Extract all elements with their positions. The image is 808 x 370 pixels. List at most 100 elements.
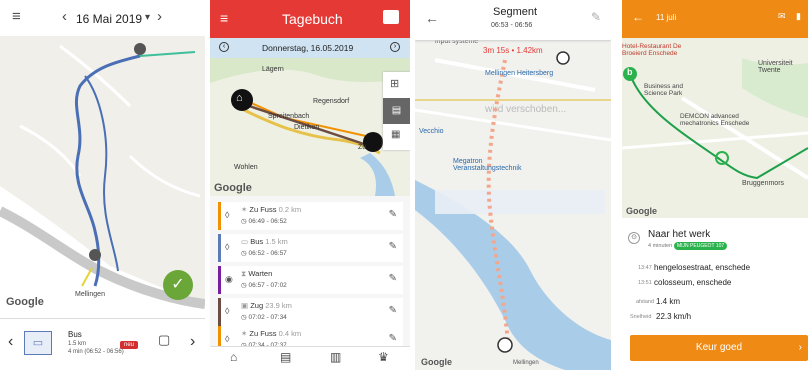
prev-day-button[interactable]: ‹ bbox=[219, 42, 229, 52]
mail-icon[interactable]: ✉ bbox=[778, 11, 786, 22]
segment-duration: 4 min (06:52 - 06:56) bbox=[68, 349, 124, 355]
segment-map[interactable]: input systeme Mellingen Heitersberg wird… bbox=[415, 0, 611, 370]
date-label: Donnerstag, 16.05.2019 bbox=[262, 43, 354, 53]
clock-icon: ◷ bbox=[241, 314, 247, 321]
map-label-megatron: Megatron Veranstaltungstechnik bbox=[453, 158, 522, 172]
stop1-name: hengelosestraat, enschede bbox=[654, 263, 751, 272]
entry-time: 07:02 - 07:34 bbox=[248, 314, 287, 321]
trip-map[interactable]: b Hotel-Restaurant De Broeierd Enschede … bbox=[622, 38, 808, 218]
distance-value: 1.4 km bbox=[656, 297, 681, 306]
trip-detail-screen: b Hotel-Restaurant De Broeierd Enschede … bbox=[622, 0, 808, 370]
prev-day-button[interactable]: ‹ bbox=[62, 8, 67, 25]
prev-segment-button[interactable]: ‹ bbox=[8, 333, 13, 351]
bus-icon: ▭ bbox=[241, 237, 249, 246]
clock-icon: ◷ bbox=[241, 218, 247, 225]
list-icon[interactable]: ▤ bbox=[280, 350, 291, 364]
menu-icon[interactable]: ≡ bbox=[12, 8, 21, 25]
location-pin-icon: ◉ bbox=[225, 274, 233, 284]
edit-icon[interactable]: ✎ bbox=[591, 10, 601, 24]
edit-icon[interactable]: ✎ bbox=[389, 209, 397, 220]
google-logo: Google bbox=[421, 357, 452, 367]
segment-summary[interactable]: ‹ ▭ Bus 1.5 km 4 min (06:52 - 06:56) neu… bbox=[0, 318, 205, 370]
delete-icon[interactable]: ▮ bbox=[796, 11, 801, 22]
toggle-square-icon[interactable] bbox=[383, 10, 399, 24]
trip-date: 11 juli bbox=[656, 13, 677, 22]
stop2-name: colosseum, enschede bbox=[654, 278, 732, 287]
confirm-button[interactable]: ✓ bbox=[163, 270, 193, 300]
diary-map[interactable]: ⌂ Lägern Regensdorf Spreitenbach Dietiko… bbox=[210, 58, 410, 196]
segment-title: Segment bbox=[493, 6, 538, 18]
entry-distance: 1.5 km bbox=[265, 237, 288, 246]
entry-mode: Zu Fuss bbox=[249, 329, 277, 338]
location-pin-icon: ◊ bbox=[225, 306, 230, 316]
menu-icon[interactable]: ≡ bbox=[220, 10, 228, 26]
location-pin-icon: ◊ bbox=[225, 242, 230, 252]
back-arrow-icon[interactable]: ← bbox=[632, 10, 644, 24]
map-label-hotel: Hotel-Restaurant De Broeierd Enschede bbox=[622, 43, 682, 57]
edit-icon[interactable]: ✎ bbox=[389, 241, 397, 252]
check-icon: ✓ bbox=[171, 276, 185, 293]
approve-button[interactable]: Keur goed › bbox=[630, 335, 808, 361]
map-label-laegern: Lägern bbox=[262, 66, 284, 73]
walk-icon: ✶ bbox=[241, 205, 248, 214]
comment-icon[interactable]: ▢ bbox=[158, 332, 170, 348]
bus-icon: ▭ bbox=[24, 331, 52, 355]
map-label-regensdorf: Regensdorf bbox=[313, 98, 350, 105]
diary-list: ◊ ✶ Zu Fuss 0.2 km ◷ 06:49 - 06:52 ✎ ◊ ▭… bbox=[210, 196, 410, 354]
segment-time-range: 06:53 - 06:56 bbox=[491, 22, 533, 29]
date-label[interactable]: 16 Mai 2019 bbox=[76, 12, 142, 26]
edit-icon[interactable]: ✎ bbox=[389, 273, 397, 284]
home-icon: ⌂ bbox=[236, 92, 243, 104]
new-badge: neu bbox=[120, 341, 139, 349]
google-logo: Google bbox=[626, 206, 657, 216]
list-item[interactable]: ◊ ▣ Zug 23.9 km ◷ 07:02 - 07:34 ✎ bbox=[218, 298, 403, 326]
overlay-text: wird verschoben... bbox=[485, 104, 567, 115]
train-icon: ▣ bbox=[241, 301, 249, 310]
home-icon[interactable]: ⌂ bbox=[230, 350, 237, 364]
route-map[interactable]: Mellingen Google ✓ bbox=[0, 36, 205, 318]
date-toolbar: ≡ ‹ 16 Mai 2019 ▾ › bbox=[0, 0, 205, 36]
entry-mode: Zug bbox=[250, 301, 264, 310]
map-label-zuerich: Zü bbox=[358, 144, 367, 151]
next-segment-button[interactable]: › bbox=[190, 333, 195, 351]
segment-screen: input systeme Mellingen Heitersberg wird… bbox=[415, 0, 611, 370]
list-item[interactable]: ◊ ▭ Bus 1.5 km ◷ 06:52 - 06:57 ✎ bbox=[218, 234, 403, 262]
map-label-dietikon: Dietikon bbox=[294, 124, 320, 131]
back-arrow-icon[interactable]: ← bbox=[425, 10, 439, 26]
speed-label: Snelheid bbox=[630, 314, 652, 320]
segment-header: ← Segment 06:53 - 06:56 ✎ bbox=[415, 0, 611, 40]
google-logo: Google bbox=[214, 182, 252, 194]
map-label-mellingen: Mellingen bbox=[513, 360, 539, 366]
next-day-button[interactable]: › bbox=[390, 42, 400, 52]
clock-icon: ◷ bbox=[241, 282, 247, 289]
edit-icon[interactable]: ✎ bbox=[389, 305, 397, 316]
entry-distance: 0.4 km bbox=[278, 329, 302, 338]
trophy-icon[interactable]: ♛ bbox=[378, 350, 389, 364]
vehicle-tag: MIJN PEUGEOT 107 bbox=[674, 242, 728, 250]
entry-time: 06:52 - 06:57 bbox=[248, 250, 287, 257]
segment-stats: 3m 15s • 1.42km bbox=[483, 46, 543, 55]
map-label-mellingen-heitersberg: Mellingen Heitersberg bbox=[485, 70, 554, 77]
entry-mode: Bus bbox=[250, 237, 264, 246]
app-bar: ≡ Tagebuch bbox=[210, 0, 410, 38]
edit-icon[interactable]: ✎ bbox=[389, 333, 397, 344]
grid-icon[interactable]: ⊞ bbox=[390, 77, 399, 90]
list-item[interactable]: ◊ ✶ Zu Fuss 0.2 km ◷ 06:49 - 06:52 ✎ bbox=[218, 202, 403, 230]
chevron-down-icon[interactable]: ▾ bbox=[145, 12, 150, 23]
list-item[interactable]: ◉ ⧗ Warten ◷ 06:57 - 07:02 ✎ bbox=[218, 266, 403, 294]
map-label-bruggenmors: Bruggenmors bbox=[742, 180, 785, 187]
entry-distance: 0.2 km bbox=[278, 205, 302, 214]
stop2-time: 13:51 bbox=[638, 280, 652, 286]
google-logo: Google bbox=[6, 296, 44, 308]
map-mode-buttons: ⊞ ▤ ▦ bbox=[383, 72, 410, 150]
stats-icon[interactable]: ▥ bbox=[330, 350, 341, 364]
next-day-button[interactable]: › bbox=[157, 8, 162, 25]
map-label-universiteit: Universiteit Twente bbox=[758, 60, 793, 74]
calendar-icon[interactable]: ▦ bbox=[391, 129, 400, 140]
entry-time: 06:57 - 07:02 bbox=[248, 282, 287, 289]
entry-time: 06:49 - 06:52 bbox=[248, 218, 287, 225]
segment-mode: Bus bbox=[68, 330, 82, 339]
segment-distance: 1.5 km bbox=[68, 341, 87, 347]
map-icon[interactable]: ▤ bbox=[383, 98, 410, 124]
chevron-right-icon: › bbox=[798, 342, 802, 353]
